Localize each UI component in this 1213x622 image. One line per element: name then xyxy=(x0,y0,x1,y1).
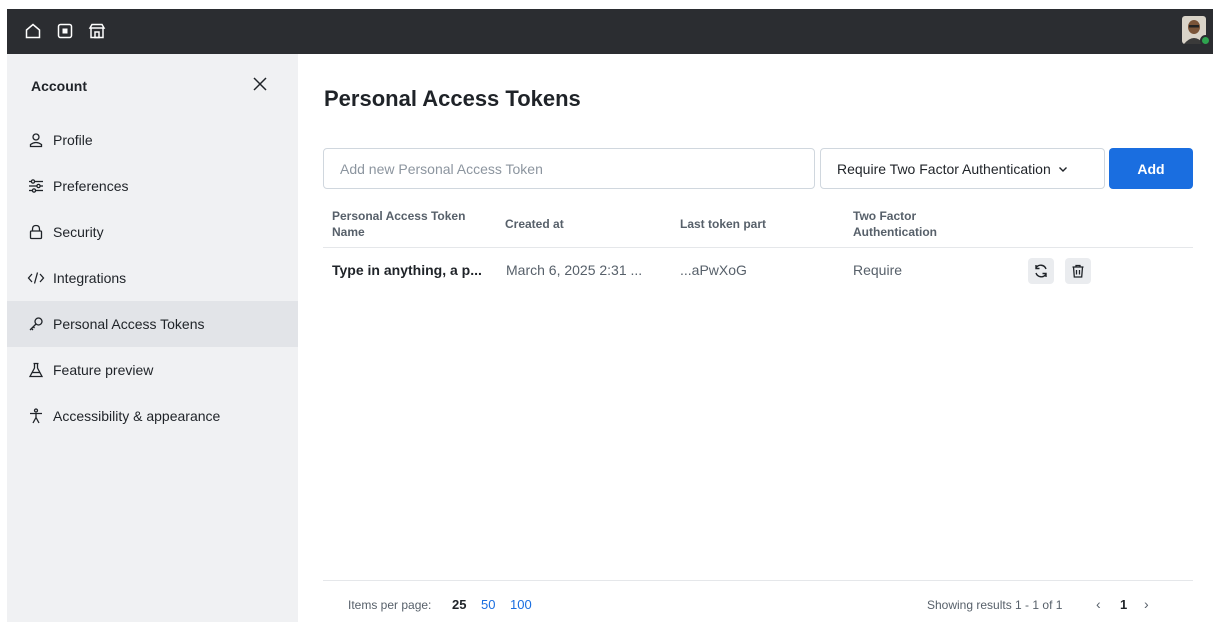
flask-icon xyxy=(27,361,45,379)
column-header-two-factor: Two Factor Authentication xyxy=(853,209,937,239)
column-header-created: Created at xyxy=(505,217,564,231)
refresh-icon xyxy=(1033,263,1049,279)
sidebar-item-label: Accessibility & appearance xyxy=(53,408,221,424)
person-icon xyxy=(27,131,45,149)
last-token-part-cell: ...aPwXoG xyxy=(680,262,747,278)
chevron-down-icon xyxy=(1057,163,1069,175)
two-factor-select-value: Require Two Factor Authentication xyxy=(837,160,1051,177)
two-factor-cell: Require xyxy=(853,262,903,278)
next-page-icon[interactable]: › xyxy=(1144,596,1149,612)
sliders-icon xyxy=(27,177,45,195)
current-page-number[interactable]: 1 xyxy=(1120,597,1127,612)
key-icon xyxy=(27,315,45,333)
home-icon[interactable] xyxy=(22,20,44,42)
page-size-50[interactable]: 50 xyxy=(481,597,495,612)
page-title: Personal Access Tokens xyxy=(324,86,581,111)
showing-results-text: Showing results 1 - 1 of 1 xyxy=(927,598,1063,612)
sidebar-item-preferences[interactable]: Preferences xyxy=(7,163,298,209)
previous-page-icon[interactable]: ‹ xyxy=(1096,596,1101,612)
code-icon xyxy=(27,269,45,287)
column-header-last-part: Last token part xyxy=(680,217,767,231)
add-button[interactable]: Add xyxy=(1109,148,1193,189)
user-avatar[interactable] xyxy=(1182,16,1211,46)
sidebar-item-label: Personal Access Tokens xyxy=(53,316,205,332)
sidebar-item-label: Integrations xyxy=(53,270,127,286)
lock-icon xyxy=(27,223,45,241)
sidebar-item-label: Profile xyxy=(53,132,93,148)
sidebar-item-profile[interactable]: Profile xyxy=(7,117,298,163)
items-per-page-label: Items per page: xyxy=(348,598,432,612)
footer-divider xyxy=(323,580,1193,581)
column-header-name: Personal Access Token Name xyxy=(332,209,466,239)
top-bar xyxy=(7,9,1213,54)
online-status-dot xyxy=(1200,35,1211,46)
created-at-cell: March 6, 2025 2:31 ... xyxy=(506,262,643,278)
page-size-25[interactable]: 25 xyxy=(452,597,466,612)
page-size-100[interactable]: 100 xyxy=(510,597,532,612)
trash-icon xyxy=(1070,263,1086,279)
sidebar-item-label: Preferences xyxy=(53,178,129,194)
sidebar-item-security[interactable]: Security xyxy=(7,209,298,255)
sidebar-item-personal-access-tokens[interactable]: Personal Access Tokens xyxy=(7,301,298,347)
account-sidebar: Account Profile Preferences Security Int… xyxy=(7,54,298,622)
sidebar-item-feature-preview[interactable]: Feature preview xyxy=(7,347,298,393)
sidebar-item-accessibility[interactable]: Accessibility & appearance xyxy=(7,393,298,439)
close-icon[interactable] xyxy=(250,74,270,94)
regenerate-token-button[interactable] xyxy=(1028,258,1054,284)
accessibility-icon xyxy=(27,407,45,425)
sidebar-item-label: Feature preview xyxy=(53,362,154,378)
sidebar-item-label: Security xyxy=(53,224,104,240)
sidebar-title: Account xyxy=(31,78,87,94)
two-factor-select[interactable]: Require Two Factor Authentication xyxy=(820,148,1105,189)
token-name-input[interactable] xyxy=(323,148,815,189)
sidebar-item-integrations[interactable]: Integrations xyxy=(7,255,298,301)
store-icon[interactable] xyxy=(86,20,108,42)
token-name-cell: Type in anything, a p... xyxy=(332,262,482,278)
delete-token-button[interactable] xyxy=(1065,258,1091,284)
table-header-divider xyxy=(323,247,1193,248)
dashboard-icon[interactable] xyxy=(54,20,76,42)
